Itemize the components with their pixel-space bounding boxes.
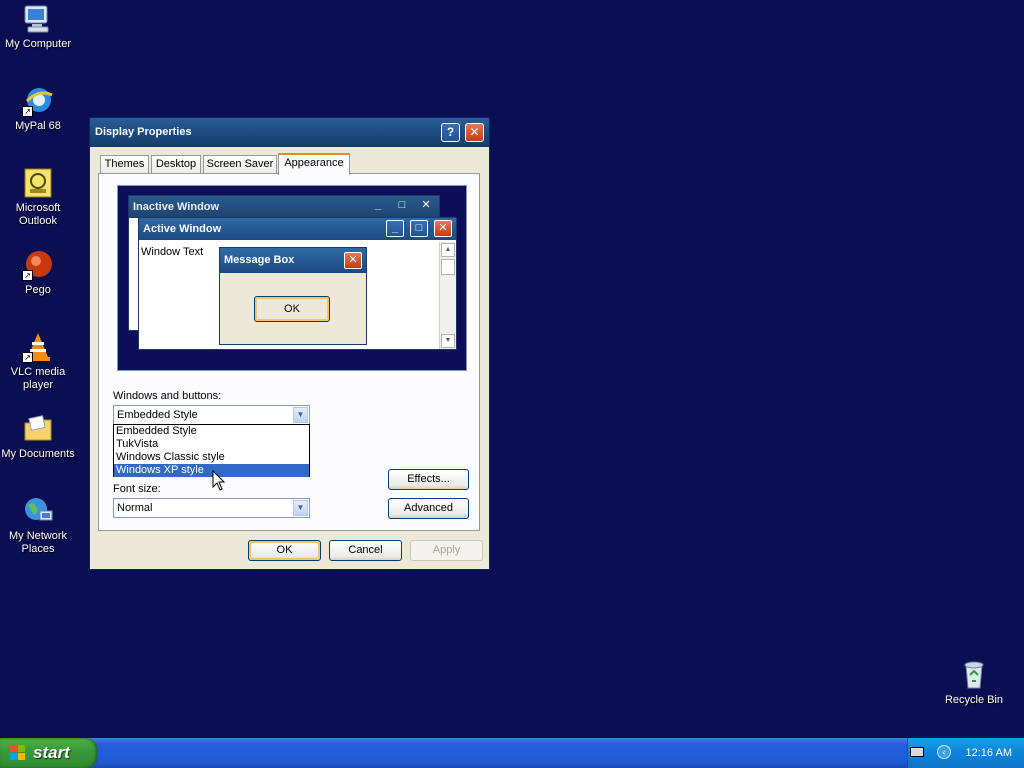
chevron-down-icon[interactable]: ▼ (293, 500, 308, 516)
scroll-thumb (441, 259, 455, 275)
help-button[interactable]: ? (441, 123, 460, 142)
desktop-icon-label: Recycle Bin (944, 694, 1004, 706)
desktop-icon-my-documents[interactable]: My Documents (0, 413, 76, 461)
desktop-icon-network[interactable]: My Network Places (0, 495, 76, 556)
ok-button[interactable]: OK (248, 540, 321, 561)
show-hidden-icons-icon[interactable]: ‹ (937, 745, 951, 759)
desktop-icon-label: My Network Places (8, 530, 68, 555)
dropdown-option-tukvista[interactable]: TukVista (114, 438, 309, 451)
chevron-down-icon[interactable]: ▼ (293, 407, 308, 423)
desktop-icon-vlc[interactable]: ↗ VLC media player (0, 331, 76, 392)
vlc-cone-icon: ↗ (22, 331, 54, 363)
folder-icon (22, 413, 54, 445)
preview-scrollbar: ▲ ▼ (439, 242, 456, 349)
system-tray: ‹ 12:16 AM (907, 738, 1024, 768)
pego-icon: ↗ (22, 249, 54, 281)
inactive-window-title-text: Inactive Window (133, 201, 220, 213)
start-button[interactable]: start (0, 738, 98, 768)
taskbar: start ‹ 12:16 AM (0, 738, 1024, 768)
close-button[interactable]: ✕ (465, 123, 484, 142)
desktop-icon-label: My Computer (4, 38, 72, 50)
minimize-icon: _ (386, 220, 404, 237)
start-label: start (33, 743, 70, 762)
message-box-title-text: Message Box (224, 254, 295, 266)
appearance-panel: Inactive Window _ □ ✕ Active Window _ □ … (98, 173, 480, 531)
clock[interactable]: 12:16 AM (966, 747, 1012, 759)
display-properties-dialog: Display Properties ? ✕ Themes Desktop Sc… (89, 117, 490, 570)
message-box-preview: Message Box ✕ OK (219, 247, 367, 345)
effects-button[interactable]: Effects... (388, 469, 469, 490)
apply-button[interactable]: Apply (410, 540, 483, 561)
desktop-icon-label: Microsoft Outlook (15, 202, 61, 227)
scroll-down-icon: ▼ (441, 334, 455, 348)
windows-buttons-select[interactable]: Embedded Style ▼ (113, 405, 310, 425)
recycle-bin-icon (958, 659, 990, 691)
scroll-up-icon: ▲ (441, 243, 455, 257)
desktop-icon-pego[interactable]: ↗ Pego (0, 249, 76, 297)
font-size-value: Normal (117, 502, 153, 514)
close-icon: ✕ (434, 220, 452, 237)
active-window-title: Active Window _ □ ✕ (139, 218, 456, 240)
tab-themes[interactable]: Themes (100, 155, 149, 173)
keyboard-icon[interactable] (910, 747, 924, 757)
close-icon: ✕ (421, 199, 431, 211)
font-size-select[interactable]: Normal ▼ (113, 498, 310, 518)
windows-buttons-value: Embedded Style (117, 409, 198, 421)
shortcut-arrow-icon: ↗ (22, 270, 33, 281)
windows-flag-icon (10, 745, 26, 761)
dropdown-option-classic[interactable]: Windows Classic style (114, 451, 309, 464)
message-box-title: Message Box ✕ (220, 248, 366, 273)
desktop-icon-mypal[interactable]: ↗ MyPal 68 (0, 85, 76, 133)
desktop-icon-label: MyPal 68 (15, 120, 61, 132)
shortcut-arrow-icon: ↗ (22, 352, 33, 363)
tab-screen-saver[interactable]: Screen Saver (203, 155, 277, 173)
cancel-button[interactable]: Cancel (329, 540, 402, 561)
dialog-title-bar[interactable]: Display Properties ? ✕ (90, 118, 489, 147)
message-box-ok: OK (254, 296, 330, 322)
outlook-icon (22, 167, 54, 199)
tab-appearance[interactable]: Appearance (278, 153, 350, 175)
dialog-title: Display Properties (95, 126, 192, 138)
desktop-icon-label: Pego (25, 284, 51, 296)
minimize-icon: _ (374, 199, 382, 211)
close-icon: ✕ (344, 252, 362, 269)
desktop-icon-label: My Documents (1, 448, 75, 460)
network-globe-icon (22, 495, 54, 527)
shortcut-arrow-icon: ↗ (22, 106, 33, 117)
active-window-preview: Active Window _ □ ✕ Window Text ▲ ▼ Mess… (138, 217, 457, 350)
window-text-sample: Window Text (141, 246, 204, 258)
dialog-body: Themes Desktop Screen Saver Appearance I… (93, 147, 486, 566)
windows-buttons-label: Windows and buttons: (113, 390, 222, 402)
advanced-button[interactable]: Advanced (388, 498, 469, 519)
maximize-icon: □ (410, 220, 428, 237)
computer-icon (22, 3, 54, 35)
font-size-label: Font size: (113, 483, 161, 495)
dropdown-option-embedded[interactable]: Embedded Style (114, 425, 309, 438)
desktop-icon-outlook[interactable]: Microsoft Outlook (0, 167, 76, 228)
desktop-icon-my-computer[interactable]: My Computer (0, 3, 76, 51)
desktop-icon-recycle-bin[interactable]: Recycle Bin (936, 659, 1012, 707)
appearance-preview: Inactive Window _ □ ✕ Active Window _ □ … (117, 185, 467, 371)
desktop-icon-label: VLC media player (10, 366, 66, 391)
tab-desktop[interactable]: Desktop (151, 155, 201, 173)
active-window-title-text: Active Window (143, 223, 222, 235)
browser-icon: ↗ (22, 85, 54, 117)
inactive-window-title: Inactive Window _ □ ✕ (129, 196, 439, 218)
maximize-icon: □ (398, 199, 406, 211)
